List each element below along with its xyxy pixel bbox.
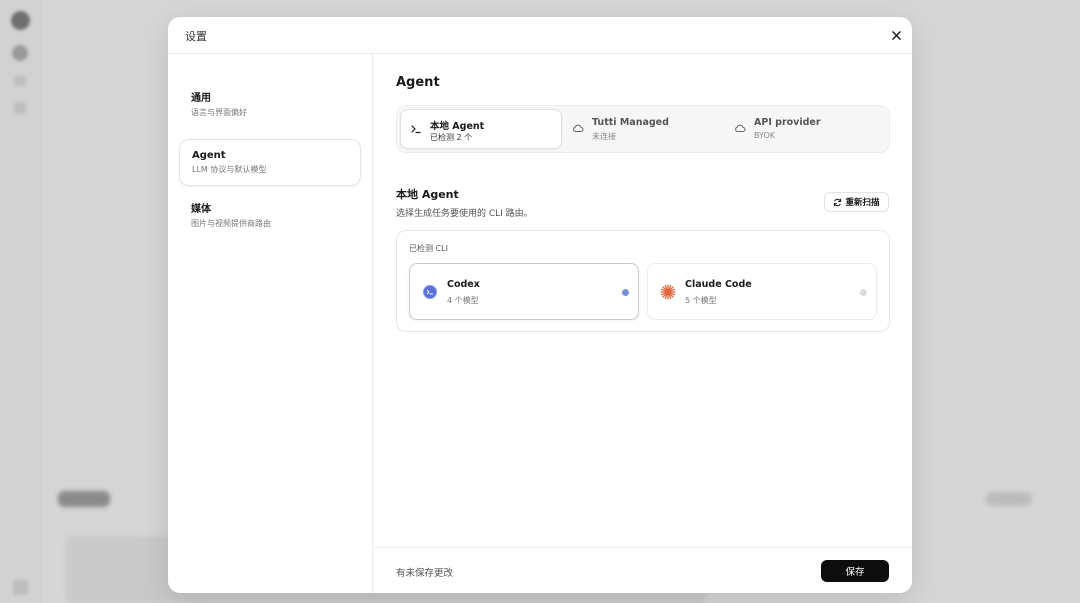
sidebar-item-title: 通用	[191, 93, 211, 104]
cli-name: Claude Code	[685, 279, 752, 290]
segment-subtitle: 未连接	[592, 132, 616, 141]
detected-cli-panel: 已检测 CLI Codex 4 个模型 Claude Code 5 个模型	[396, 230, 890, 332]
agent-source-selector: 本地 Agent 已检测 2 个 Tutti Managed 未连接 API p…	[396, 105, 890, 153]
settings-dialog: 设置 通用 语言与界面偏好 Agent LLM 协议与默认模型 媒体 图片与视频…	[168, 17, 912, 593]
dialog-title: 设置	[185, 30, 207, 43]
background-icon	[12, 45, 28, 61]
cli-card-claude-code[interactable]: Claude Code 5 个模型	[647, 263, 877, 320]
sidebar-item-general[interactable]: 通用 语言与界面偏好	[179, 83, 361, 130]
save-button[interactable]: 保存	[821, 560, 889, 582]
background-icon	[14, 102, 26, 114]
sidebar-item-subtitle: LLM 协议与默认模型	[192, 165, 267, 174]
sidebar-item-media[interactable]: 媒体 图片与视频提供商路由	[179, 194, 361, 241]
segment-label: 本地 Agent	[430, 121, 485, 132]
local-agent-description: 选择生成任务要使用的 CLI 路由。	[396, 209, 533, 219]
background-rail	[0, 0, 42, 603]
status-dot	[860, 289, 867, 296]
detected-cli-label: 已检测 CLI	[409, 244, 448, 253]
segment-label: API provider	[754, 117, 821, 128]
cloud-icon	[735, 124, 746, 132]
sidebar-item-subtitle: 图片与视频提供商路由	[191, 219, 271, 228]
rescan-label: 重新扫描	[845, 198, 880, 208]
background-icon	[13, 580, 28, 595]
terminal-icon	[411, 125, 421, 134]
sidebar-item-title: 媒体	[191, 204, 211, 215]
sidebar-item-title: Agent	[192, 150, 226, 161]
rescan-button[interactable]: 重新扫描	[824, 192, 889, 212]
claude-icon	[660, 284, 676, 300]
local-agent-title: 本地 Agent	[396, 188, 459, 201]
segment-local-agent[interactable]: 本地 Agent 已检测 2 个	[400, 109, 562, 149]
cli-model-count: 4 个模型	[447, 296, 479, 305]
segment-subtitle: BYOK	[754, 131, 776, 140]
background-heading	[58, 491, 110, 507]
sidebar-item-subtitle: 语言与界面偏好	[191, 108, 247, 117]
close-button[interactable]	[886, 25, 906, 45]
section-title: Agent	[396, 75, 440, 90]
background-icon	[14, 76, 26, 86]
codex-icon	[423, 285, 437, 299]
segment-api-provider[interactable]: API provider BYOK	[725, 109, 887, 149]
segment-subtitle: 已检测 2 个	[430, 133, 473, 142]
background-button	[986, 492, 1032, 506]
segment-label: Tutti Managed	[592, 117, 669, 128]
dialog-header: 设置	[168, 17, 912, 54]
cloud-icon	[573, 124, 584, 132]
settings-sidebar: 通用 语言与界面偏好 Agent LLM 协议与默认模型 媒体 图片与视频提供商…	[168, 54, 373, 593]
background-logo	[11, 11, 30, 30]
settings-content: Agent 本地 Agent 已检测 2 个 Tutti Managed 未连接	[374, 54, 912, 547]
segment-tutti-managed[interactable]: Tutti Managed 未连接	[563, 109, 725, 149]
close-icon	[891, 30, 901, 40]
cli-name: Codex	[447, 279, 480, 290]
cli-model-count: 5 个模型	[685, 296, 717, 305]
sidebar-item-agent[interactable]: Agent LLM 协议与默认模型	[179, 139, 361, 186]
status-dot	[622, 289, 629, 296]
cli-card-codex[interactable]: Codex 4 个模型	[409, 263, 639, 320]
unsaved-status: 有未保存更改	[396, 568, 454, 579]
dialog-footer: 有未保存更改 保存	[374, 547, 912, 593]
refresh-icon	[834, 198, 842, 206]
